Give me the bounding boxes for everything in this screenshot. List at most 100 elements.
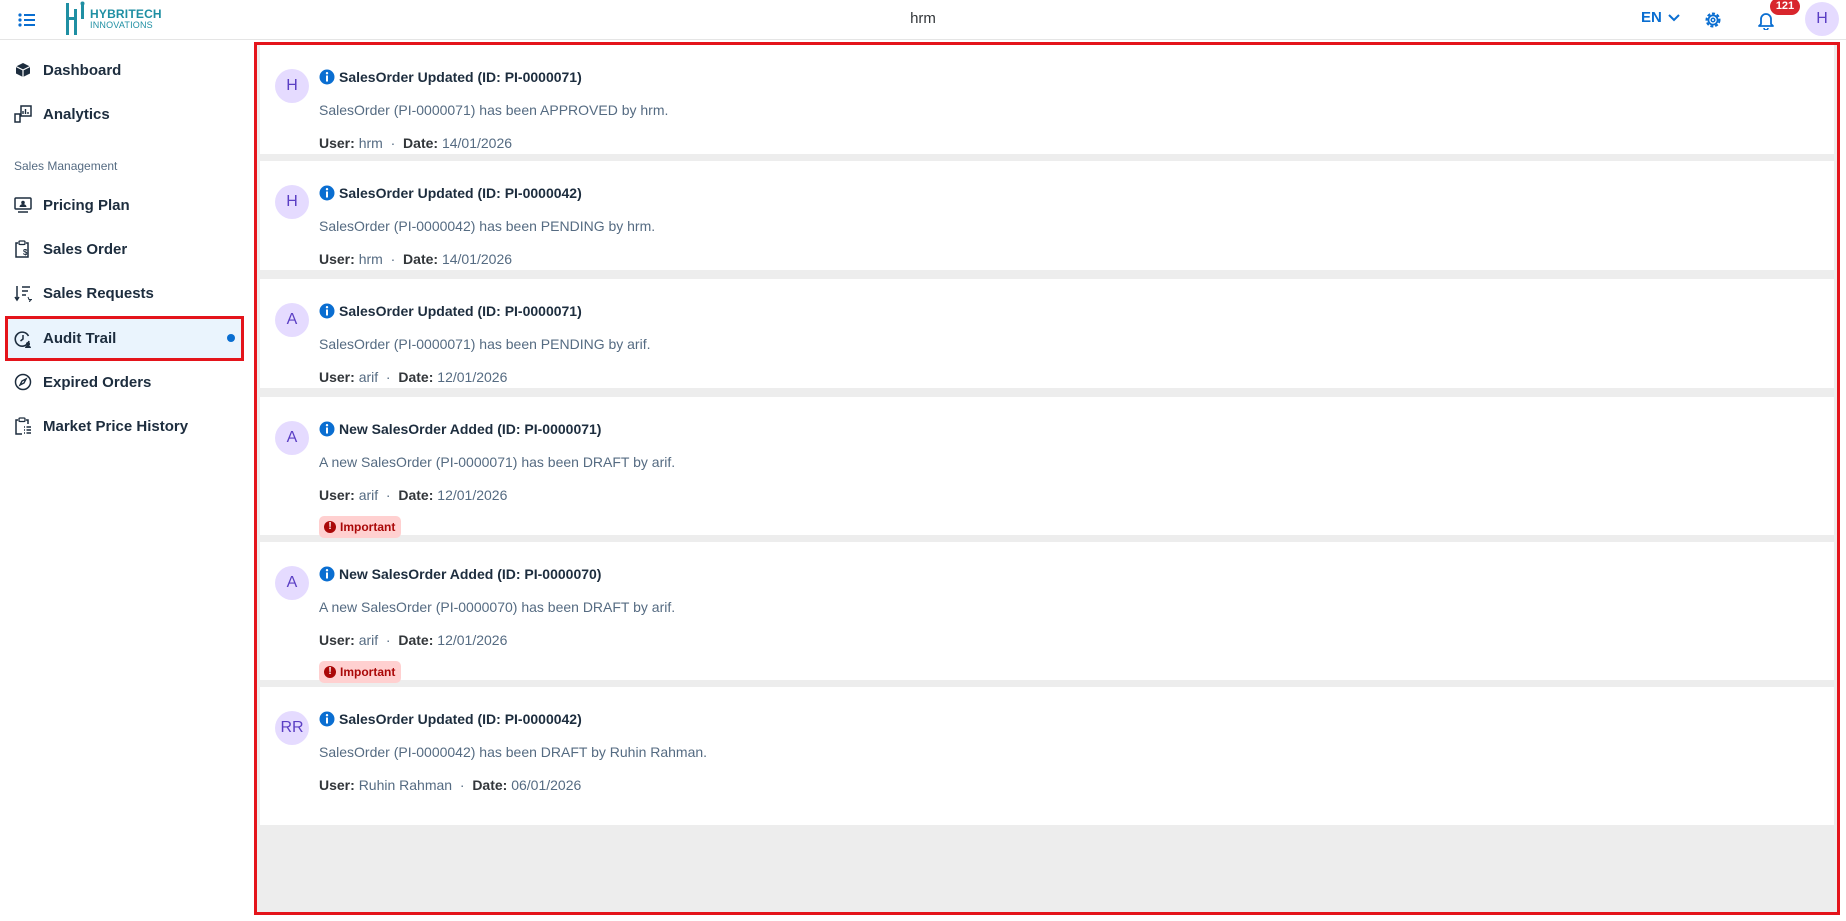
audit-entry-user: arif (358, 487, 379, 503)
sidebar-item-label: Market Price History (43, 417, 189, 435)
audit-entry-date: 14/01/2026 (441, 135, 513, 151)
sidebar-item-sales-requests[interactable]: Sales Requests (6, 272, 242, 314)
meta-separator: · (385, 487, 391, 503)
exclamation-icon: ! (324, 666, 336, 678)
clipboard-list-icon (13, 416, 33, 436)
user-initials-avatar: A (275, 421, 309, 455)
user-initials-avatar: A (275, 303, 309, 337)
date-label: Date: (398, 369, 434, 385)
logo-mark-icon (66, 1, 85, 35)
meta-separator: · (385, 632, 391, 648)
audit-entry-description: A new SalesOrder (PI-0000071) has been D… (319, 454, 676, 470)
audit-entry-date: 12/01/2026 (437, 632, 508, 648)
audit-entry-description: SalesOrder (PI-0000071) has been PENDING… (319, 336, 651, 352)
user-label: User: (319, 777, 355, 793)
gear-icon[interactable] (1703, 10, 1723, 30)
language-selector[interactable]: EN (1641, 9, 1680, 26)
meta-separator: · (390, 251, 396, 267)
date-label: Date: (398, 487, 434, 503)
audit-entry-title: New SalesOrder Added (ID: PI-0000071) (339, 421, 602, 437)
audit-entry-user: Ruhin Rahman (358, 777, 453, 793)
sidebar-item-dashboard[interactable]: Dashboard (6, 49, 242, 91)
notification-count-badge: 121 (1770, 0, 1800, 15)
audit-entry-user: hrm (358, 251, 383, 267)
audit-entry-card[interactable]: A SalesOrder Updated (ID: PI-0000071) Sale… (260, 279, 1834, 388)
audit-entry-date: 12/01/2026 (437, 369, 508, 385)
cube-icon (13, 60, 33, 80)
audit-entry-card[interactable]: H SalesOrder Updated (ID: PI-0000071) Sale… (260, 45, 1834, 154)
audit-entry-description: SalesOrder (PI-0000071) has been APPROVE… (319, 102, 669, 118)
chevron-down-icon (1668, 13, 1680, 21)
audit-entry-meta: User: arif · Date: 12/01/2026 (319, 487, 507, 503)
menu-list-icon[interactable] (16, 10, 38, 30)
user-label: User: (319, 135, 355, 151)
info-icon (319, 421, 335, 437)
language-label: EN (1641, 9, 1662, 26)
info-icon (319, 185, 335, 201)
user-label: User: (319, 632, 355, 648)
audit-entry-date: 14/01/2026 (441, 251, 513, 267)
audit-entry-title: New SalesOrder Added (ID: PI-0000070) (339, 566, 602, 582)
sort-list-icon (13, 283, 33, 303)
important-badge: ! Important (319, 516, 402, 538)
user-initials-avatar: H (275, 185, 309, 219)
audit-entry-meta: User: hrm · Date: 14/01/2026 (319, 251, 512, 267)
compass-icon (13, 372, 33, 392)
audit-entry-date: 06/01/2026 (511, 777, 582, 793)
info-icon (319, 69, 335, 85)
meta-separator: · (459, 777, 465, 793)
sidebar-item-sales-order[interactable]: $ Sales Order (6, 228, 242, 270)
presentation-icon (13, 195, 33, 215)
sidebar-item-label: Analytics (43, 105, 110, 123)
user-label: User: (319, 251, 355, 267)
sidebar: Dashboard Analytics Sales Management Pri… (0, 40, 252, 921)
audit-entry-meta: User: arif · Date: 12/01/2026 (319, 369, 507, 385)
audit-entry-title: SalesOrder Updated (ID: PI-0000071) (339, 69, 582, 85)
audit-entry-title: SalesOrder Updated (ID: PI-0000071) (339, 303, 582, 319)
sidebar-item-market-price-history[interactable]: Market Price History (6, 405, 242, 447)
svg-text:$: $ (23, 248, 28, 257)
user-initials-avatar: H (275, 69, 309, 103)
audit-entry-user: hrm (358, 135, 383, 151)
sidebar-item-pricing-plan[interactable]: Pricing Plan (6, 184, 242, 226)
clipboard-dollar-icon: $ (13, 239, 33, 259)
important-badge: ! Important (319, 661, 402, 683)
meta-separator: · (390, 135, 396, 151)
audit-entry-card[interactable]: A New SalesOrder Added (ID: PI-0000070) A … (260, 542, 1834, 683)
exclamation-icon: ! (324, 521, 336, 533)
important-label: Important (340, 520, 396, 534)
audit-entry-user: arif (358, 632, 379, 648)
user-initials-avatar: RR (275, 711, 309, 745)
audit-entry-title: SalesOrder Updated (ID: PI-0000042) (339, 711, 582, 727)
audit-entry-description: A new SalesOrder (PI-0000070) has been D… (319, 599, 676, 615)
sidebar-item-audit-trail[interactable]: Audit Trail (5, 316, 244, 361)
sidebar-item-label: Dashboard (43, 61, 122, 79)
audit-entry-title: SalesOrder Updated (ID: PI-0000042) (339, 185, 582, 201)
date-label: Date: (398, 632, 434, 648)
user-label: User: (319, 487, 355, 503)
audit-entry-description: SalesOrder (PI-0000042) has been DRAFT b… (319, 744, 708, 760)
sidebar-item-label: Sales Order (43, 240, 128, 258)
meta-separator: · (385, 369, 391, 385)
date-label: Date: (472, 777, 508, 793)
sidebar-item-analytics[interactable]: Analytics (6, 93, 242, 135)
audit-trail-list[interactable]: H SalesOrder Updated (ID: PI-0000071) Sale… (254, 42, 1840, 915)
company-logo[interactable]: HYBRITECH INNOVATIONS (62, 0, 162, 38)
user-initials-avatar: A (275, 566, 309, 600)
date-label: Date: (403, 135, 439, 151)
sidebar-item-label: Pricing Plan (43, 196, 130, 214)
section-label-sales-management: Sales Management (14, 159, 118, 173)
audit-entry-card[interactable]: H SalesOrder Updated (ID: PI-0000042) Sale… (260, 161, 1834, 270)
audit-entry-card[interactable]: A New SalesOrder Added (ID: PI-0000071) A … (260, 397, 1834, 538)
audit-entry-meta: User: hrm · Date: 14/01/2026 (319, 135, 512, 151)
user-avatar[interactable]: H (1805, 2, 1839, 36)
sidebar-item-expired-orders[interactable]: Expired Orders (6, 361, 242, 403)
audit-entry-meta: User: Ruhin Rahman · Date: 06/01/2026 (319, 777, 581, 793)
date-label: Date: (403, 251, 439, 267)
info-icon (319, 566, 335, 582)
audit-entry-description: SalesOrder (PI-0000042) has been PENDING… (319, 218, 656, 234)
sidebar-item-label: Expired Orders (43, 373, 152, 391)
audit-entry-meta: User: arif · Date: 12/01/2026 (319, 632, 507, 648)
header-title: hrm (910, 10, 936, 27)
audit-entry-card[interactable]: RR SalesOrder Updated (ID: PI-0000042) Sal… (260, 687, 1834, 825)
